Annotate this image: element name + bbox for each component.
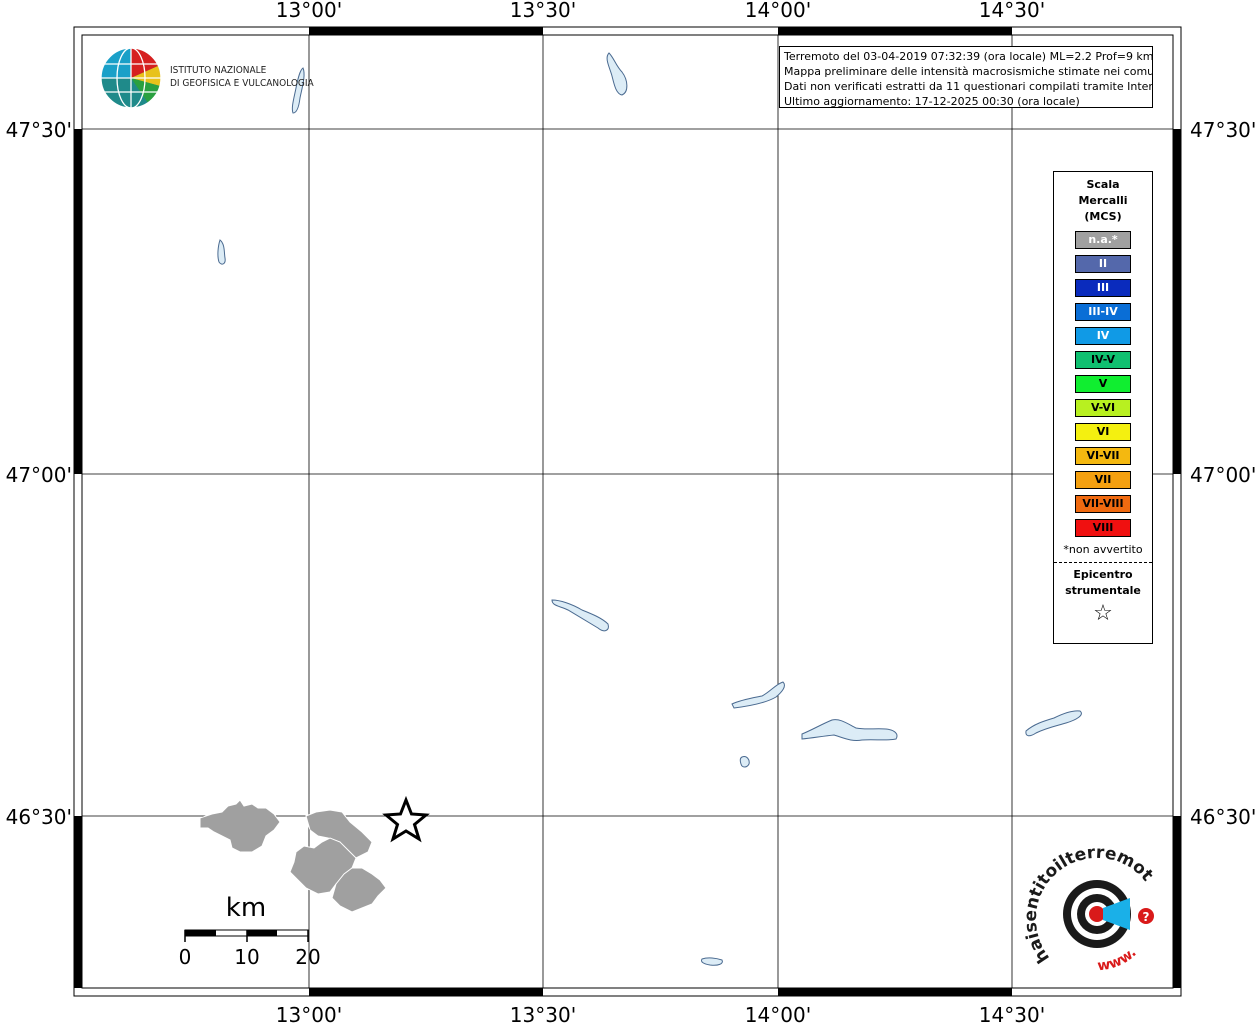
info-line-1: Terremoto del 03-04-2019 07:32:39 (ora l…	[784, 50, 1153, 63]
lat-ticks-left: 47°30' 47°00' 46°30'	[6, 118, 72, 829]
legend-item-vi: VI	[1075, 423, 1131, 441]
legend-epicenter-label: Epicentro strumentale	[1054, 567, 1152, 599]
legend-separator	[1054, 562, 1152, 563]
lon-tick-bottom-3: 14°00'	[745, 1003, 811, 1024]
legend-item-iv: IV	[1075, 327, 1131, 345]
legend-items: n.a.* II III III-IV IV IV-V V V-VI VI VI…	[1054, 231, 1152, 537]
info-line-2: Mappa preliminare delle intensità macros…	[784, 65, 1153, 78]
lat-tick-left-3: 46°30'	[6, 805, 72, 829]
legend-item-viii: VIII	[1075, 519, 1131, 537]
lon-tick-bottom-2: 13°30'	[510, 1003, 576, 1024]
scale-bar-unit: km	[226, 893, 266, 923]
mcs-legend: Scala Mercalli (MCS) n.a.* II III III-IV…	[1053, 171, 1153, 644]
lon-tick-top-3: 14°00'	[745, 0, 811, 22]
scale-bar-label-20: 20	[295, 945, 320, 969]
ingv-globe-icon	[100, 47, 162, 109]
legend-star-icon: ☆	[1093, 601, 1113, 626]
legend-item-ii: II	[1075, 255, 1131, 273]
lat-tick-right-1: 47°30'	[1190, 118, 1255, 142]
legend-title-line1: Scala	[1086, 178, 1120, 191]
lon-tick-top-1: 13°00'	[276, 0, 342, 22]
legend-epicenter-line2: strumentale	[1065, 584, 1141, 597]
legend-item-v: V	[1075, 375, 1131, 393]
legend-item-vii: VII	[1075, 471, 1131, 489]
legend-item-iii-iv: III-IV	[1075, 303, 1131, 321]
legend-item-v-vi: V-VI	[1075, 399, 1131, 417]
info-line-4: Ultimo aggiornamento: 17-12-2025 00:30 (…	[784, 95, 1080, 108]
lon-ticks-bottom: 13°00' 13°30' 14°00' 14°30'	[276, 1003, 1045, 1024]
lat-tick-left-1: 47°30'	[6, 118, 72, 142]
legend-item-iii: III	[1075, 279, 1131, 297]
lon-tick-bottom-1: 13°00'	[276, 1003, 342, 1024]
lon-ticks-top: 13°00' 13°30' 14°00' 14°30'	[276, 0, 1045, 22]
lake	[739, 756, 750, 768]
ingv-logo-line1: ISTITUTO NAZIONALE	[170, 65, 267, 76]
svg-text:?: ?	[1143, 910, 1150, 924]
lat-tick-right-3: 46°30'	[1190, 805, 1255, 829]
legend-epicenter-line1: Epicentro	[1073, 568, 1133, 581]
scale-bar-label-10: 10	[234, 945, 259, 969]
scale-bar-label-0: 0	[179, 945, 192, 969]
lon-tick-top-4: 14°30'	[979, 0, 1045, 22]
legend-note: *non avvertito	[1063, 543, 1143, 556]
legend-item-vii-viii: VII-VIII	[1075, 495, 1131, 513]
info-box: Terremoto del 03-04-2019 07:32:39 (ora l…	[779, 46, 1153, 108]
lat-tick-right-2: 47°00'	[1190, 463, 1255, 487]
lon-tick-top-2: 13°30'	[510, 0, 576, 22]
ingv-logo-line2: DI GEOFISICA E VULCANOLOGIA	[170, 78, 314, 89]
lat-ticks-right: 47°30' 47°00' 46°30'	[1190, 118, 1255, 829]
ingv-logo-text: ISTITUTO NAZIONALE DI GEOFISICA E VULCAN…	[170, 64, 314, 90]
info-line-3: Dati non verificati estratti da 11 quest…	[784, 80, 1153, 93]
legend-title-line2: Mercalli	[1078, 194, 1128, 207]
legend-item-na: n.a.*	[1075, 231, 1131, 249]
legend-title-line3: (MCS)	[1084, 210, 1122, 223]
lon-tick-bottom-4: 14°30'	[979, 1003, 1045, 1024]
legend-item-iv-v: IV-V	[1075, 351, 1131, 369]
legend-item-vi-vii: VI-VII	[1075, 447, 1131, 465]
legend-title: Scala Mercalli (MCS)	[1054, 177, 1152, 225]
lat-tick-left-2: 47°00'	[6, 463, 72, 487]
